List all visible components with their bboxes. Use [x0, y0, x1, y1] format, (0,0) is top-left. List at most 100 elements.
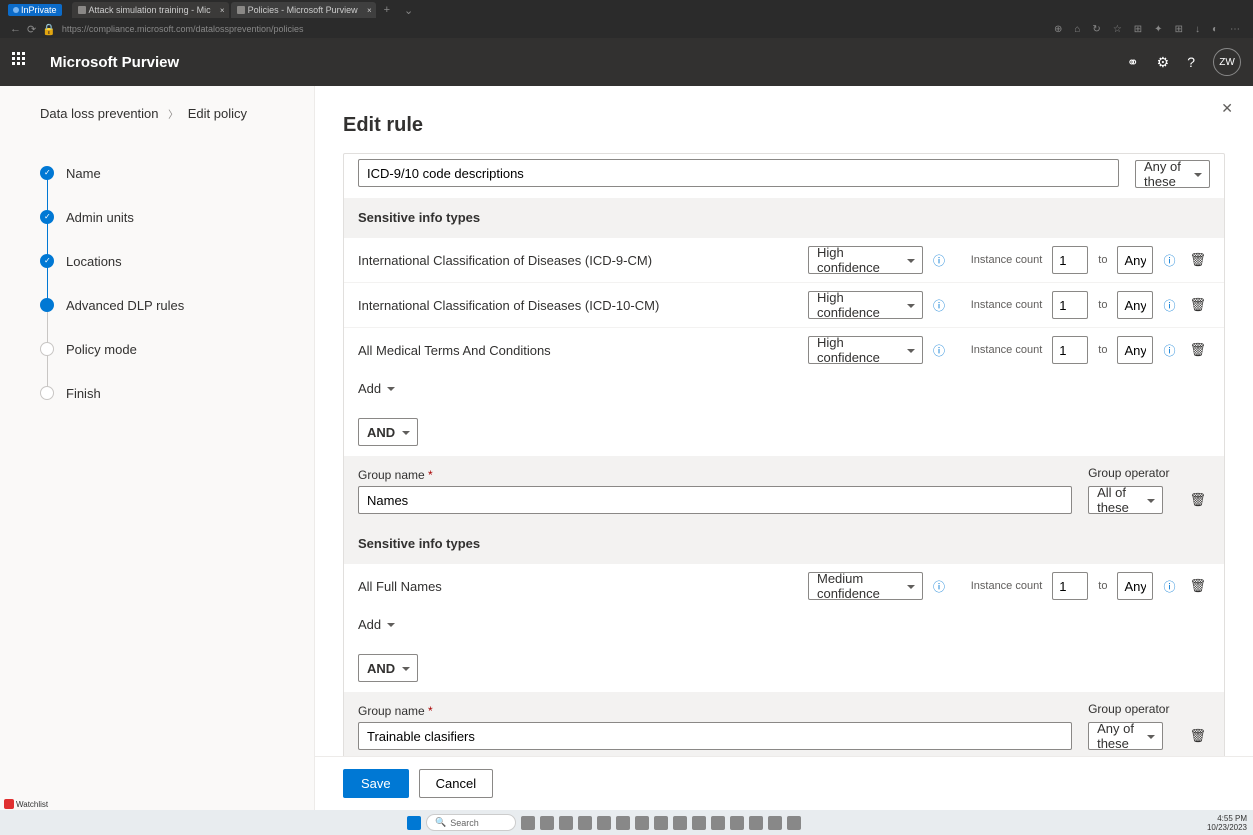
close-icon[interactable]: ×	[367, 6, 372, 15]
watchlist-widget[interactable]: Watchlist	[4, 799, 48, 809]
chevron-right-icon: 〉	[168, 110, 178, 121]
connector-icon[interactable]: ⚭	[1127, 54, 1139, 71]
sit-row-icd10: International Classification of Diseases…	[344, 282, 1224, 327]
new-tab-button[interactable]: +	[378, 4, 396, 16]
menu-icon[interactable]: ⋯	[1227, 24, 1243, 35]
browser-tab-1[interactable]: Policies - Microsoft Purview×	[231, 2, 376, 18]
start-icon[interactable]	[407, 816, 421, 830]
sit-name: All Full Names	[358, 579, 798, 594]
logic-operator-select[interactable]: AND	[358, 654, 418, 682]
instance-max-input[interactable]	[1117, 336, 1153, 364]
delete-icon[interactable]: 🗑	[1185, 297, 1210, 313]
info-icon[interactable]: ⓘ	[933, 578, 945, 595]
group-operator-select[interactable]: Any of these	[1088, 722, 1163, 750]
taskbar-app-icon[interactable]	[730, 816, 744, 830]
taskbar-app-icon[interactable]	[749, 816, 763, 830]
wizard-step-finish[interactable]: Finish	[40, 371, 314, 415]
instance-max-input[interactable]	[1117, 572, 1153, 600]
wizard-step-name[interactable]: Name	[40, 151, 314, 195]
url-text[interactable]: https://compliance.microsoft.com/datalos…	[62, 24, 1045, 34]
taskbar-app-icon[interactable]	[597, 816, 611, 830]
extensions-icon[interactable]: ✦	[1151, 24, 1165, 35]
group-operator-select[interactable]: All of these	[1088, 486, 1163, 514]
delete-group-icon[interactable]: 🗑	[1185, 492, 1210, 508]
wizard-step-admin-units[interactable]: Admin units	[40, 195, 314, 239]
confidence-select[interactable]: High confidence	[808, 246, 923, 274]
instance-min-input[interactable]	[1052, 246, 1088, 274]
cancel-button[interactable]: Cancel	[419, 769, 493, 798]
instance-min-input[interactable]	[1052, 291, 1088, 319]
taskbar-clock[interactable]: 4:55 PM10/23/2023	[1207, 814, 1247, 832]
taskbar-app-icon[interactable]	[692, 816, 706, 830]
taskbar-app-icon[interactable]	[635, 816, 649, 830]
profile-icon[interactable]: ◐	[1209, 24, 1221, 35]
group-name-input[interactable]	[358, 486, 1072, 514]
sensitive-info-types-label: Sensitive info types	[344, 198, 1224, 237]
info-icon[interactable]: ⓘ	[1163, 297, 1175, 314]
downloads-icon[interactable]: ↓	[1192, 24, 1203, 35]
to-label: to	[1098, 344, 1107, 356]
add-sit-button[interactable]: Add	[358, 617, 395, 632]
delete-icon[interactable]: 🗑	[1185, 252, 1210, 268]
taskbar-app-icon[interactable]	[768, 816, 782, 830]
extensions-icon-2[interactable]: ⊞	[1172, 24, 1186, 35]
delete-icon[interactable]: 🗑	[1185, 578, 1210, 594]
favorite-icon[interactable]: ☆	[1110, 24, 1125, 35]
instance-max-input[interactable]	[1117, 291, 1153, 319]
instance-min-input[interactable]	[1052, 572, 1088, 600]
wizard-step-policy-mode[interactable]: Policy mode	[40, 327, 314, 371]
info-icon[interactable]: ⓘ	[933, 342, 945, 359]
confidence-select[interactable]: Medium confidence	[808, 572, 923, 600]
taskbar-app-icon[interactable]	[787, 816, 801, 830]
browser-tab-0[interactable]: Attack simulation training - Mic×	[72, 2, 229, 18]
taskbar-app-icon[interactable]	[540, 816, 554, 830]
taskbar-app-icon[interactable]	[578, 816, 592, 830]
app-launcher-icon[interactable]	[12, 52, 32, 72]
delete-icon[interactable]: 🗑	[1185, 342, 1210, 358]
home-icon[interactable]: ⌂	[1071, 24, 1083, 35]
info-icon[interactable]: ⓘ	[1163, 342, 1175, 359]
instance-min-input[interactable]	[1052, 336, 1088, 364]
back-button[interactable]: ←	[10, 23, 21, 35]
instance-max-input[interactable]	[1117, 246, 1153, 274]
taskbar-search[interactable]: 🔍 Search	[426, 814, 516, 831]
instance-count-label: Instance count	[971, 299, 1043, 311]
save-button[interactable]: Save	[343, 769, 409, 798]
taskbar-app-icon[interactable]	[559, 816, 573, 830]
group-operator-select[interactable]: Any of these	[1135, 160, 1210, 188]
avatar[interactable]: ZW	[1213, 48, 1241, 76]
sync-icon[interactable]: ↻	[1089, 24, 1103, 35]
gear-icon[interactable]: ⚙	[1157, 54, 1170, 71]
info-icon[interactable]: ⓘ	[1163, 578, 1175, 595]
chevron-down-icon	[387, 623, 395, 631]
confidence-select[interactable]: High confidence	[808, 336, 923, 364]
refresh-button[interactable]: ⟳	[27, 23, 36, 36]
collections-icon[interactable]: ⊞	[1131, 24, 1145, 35]
help-icon[interactable]: ?	[1187, 54, 1195, 70]
group-name-input[interactable]	[358, 722, 1072, 750]
logic-operator-select[interactable]: AND	[358, 418, 418, 446]
taskbar-app-icon[interactable]	[616, 816, 630, 830]
breadcrumb-parent[interactable]: Data loss prevention	[40, 106, 159, 121]
sit-name: All Medical Terms And Conditions	[358, 343, 798, 358]
info-icon[interactable]: ⓘ	[933, 297, 945, 314]
close-icon[interactable]: ×	[220, 6, 225, 15]
info-icon[interactable]: ⓘ	[1163, 252, 1175, 269]
main-layout: Data loss prevention 〉 Edit policy Name …	[0, 86, 1253, 810]
taskbar-app-icon[interactable]	[673, 816, 687, 830]
taskbar-app-icon[interactable]	[521, 816, 535, 830]
close-icon[interactable]: ✕	[1221, 100, 1233, 117]
add-sit-button[interactable]: Add	[358, 381, 395, 396]
taskbar-app-icon[interactable]	[711, 816, 725, 830]
info-icon[interactable]: ⓘ	[933, 252, 945, 269]
confidence-select[interactable]: High confidence	[808, 291, 923, 319]
delete-group-icon[interactable]: 🗑	[1185, 728, 1210, 744]
wizard-step-advanced-dlp[interactable]: Advanced DLP rules	[40, 283, 314, 327]
windows-taskbar: 🔍 Search 4:55 PM10/23/2023	[0, 810, 1253, 835]
group-name-input[interactable]	[358, 159, 1119, 187]
zoom-icon[interactable]: ⊕	[1051, 24, 1065, 35]
taskbar-app-icon[interactable]	[654, 816, 668, 830]
rule-scroll-area[interactable]: Any of these Sensitive info types Intern…	[315, 153, 1253, 756]
tab-menu-button[interactable]: ⌄	[398, 4, 419, 17]
wizard-step-locations[interactable]: Locations	[40, 239, 314, 283]
